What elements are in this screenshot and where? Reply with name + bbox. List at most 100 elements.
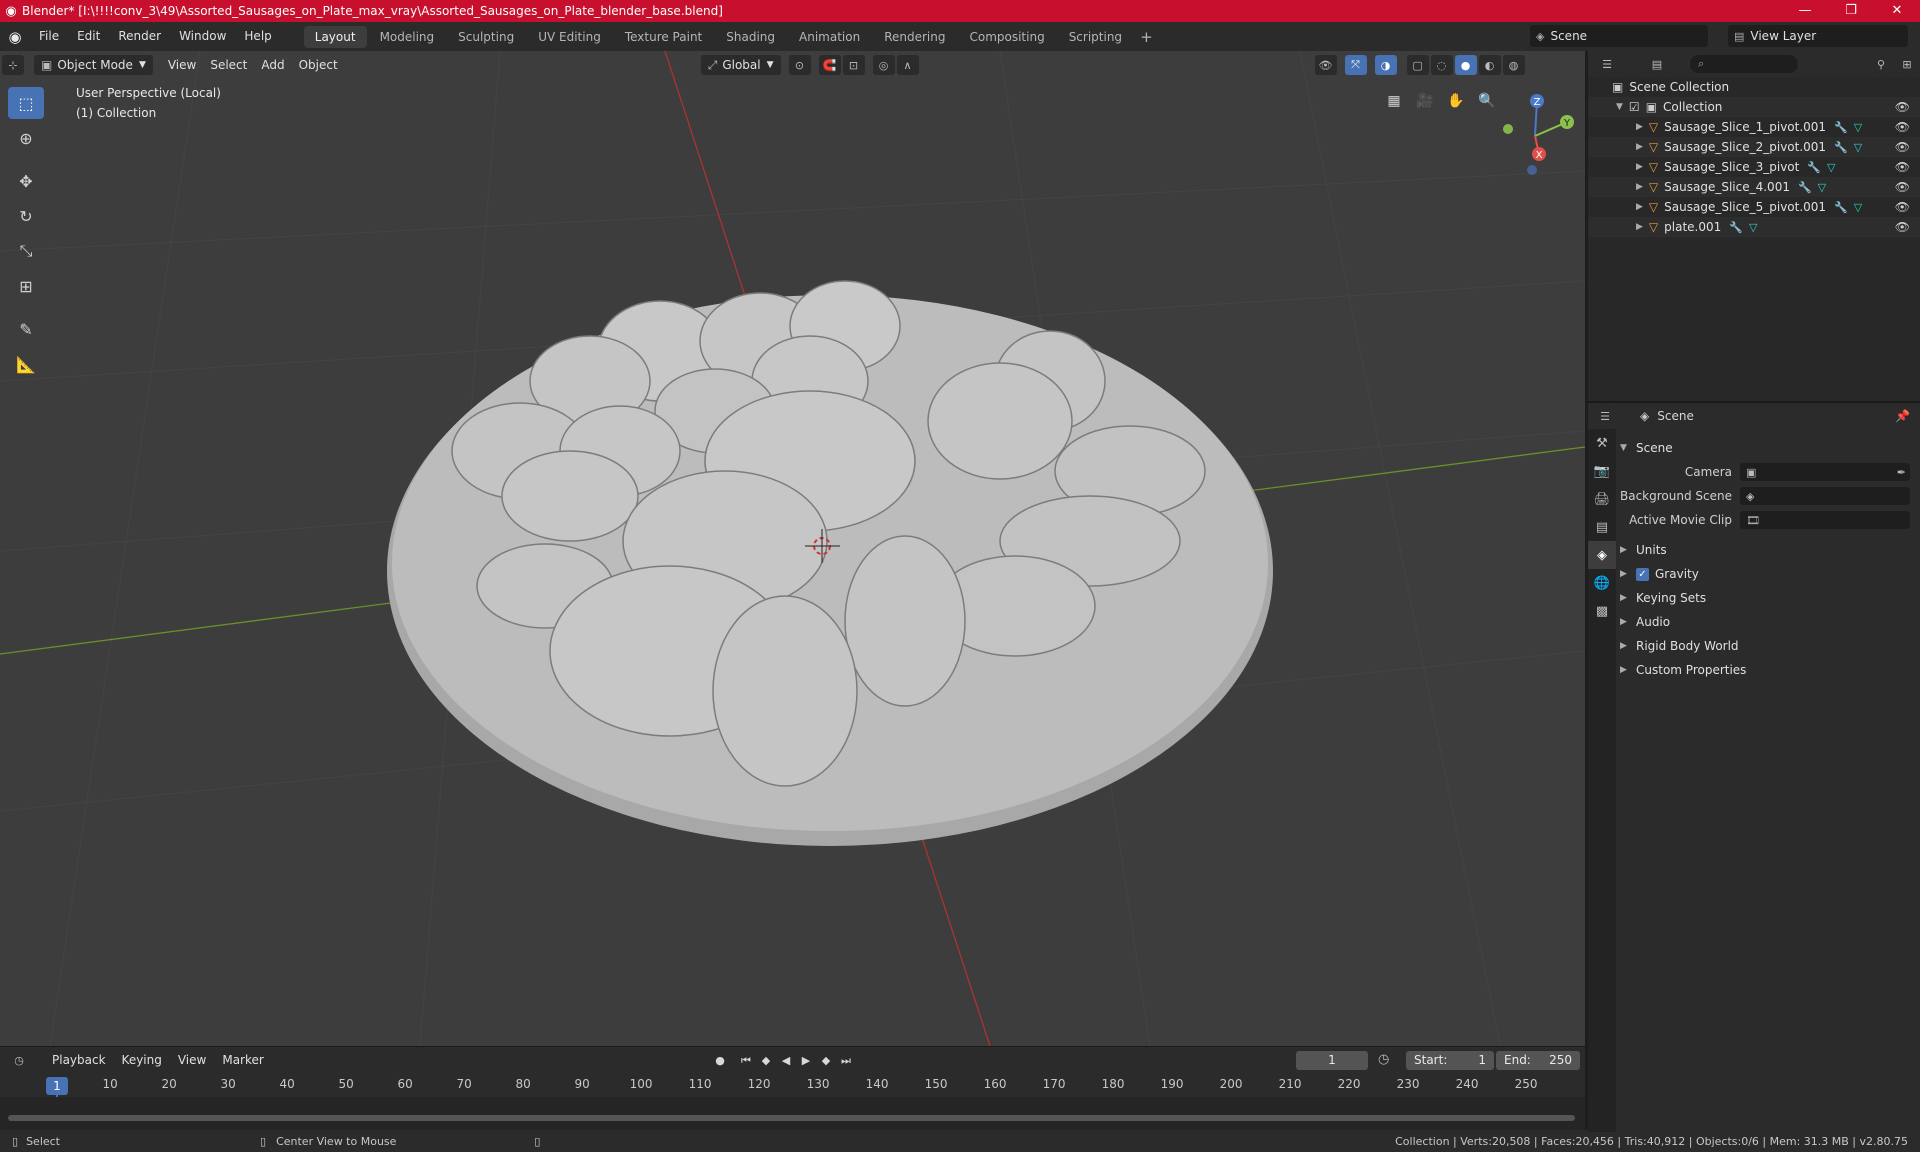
start-frame-field[interactable]: Start: 1 [1406, 1051, 1494, 1070]
output-tab-icon[interactable]: 🖨 [1588, 485, 1616, 513]
minimize-button[interactable]: — [1782, 0, 1828, 22]
modifier-wrench-icon[interactable]: 🔧 [1834, 121, 1848, 134]
menu-render[interactable]: Render [109, 22, 170, 51]
tab-compositing[interactable]: Compositing [958, 26, 1055, 48]
xray-icon[interactable]: ▢ [1406, 55, 1429, 75]
transform-orientation-selector[interactable]: ⤢ Global ▼ [700, 55, 781, 75]
snap-target-icon[interactable]: ⊡ [842, 55, 865, 75]
mesh-data-icon[interactable]: ▽ [1749, 221, 1757, 234]
timeline-menu-playback[interactable]: Playback [44, 1053, 114, 1067]
outliner-object-row[interactable]: ▶ ▽ Sausage_Slice_5_pivot.001 🔧 ▽ 👁 [1588, 197, 1920, 217]
world-tab-icon[interactable]: 🌐 [1588, 569, 1616, 597]
tab-uv-editing[interactable]: UV Editing [527, 26, 612, 48]
outliner-editor[interactable]: ☰ ▤ ⌕ ⚲ ⊞ ▣ Scene Collection ▼ ☑ ▣ Colle… [1588, 51, 1920, 401]
scene-panel-header[interactable]: ▼ Scene [1620, 437, 1916, 459]
rotate-tool-icon[interactable]: ↻ [8, 200, 44, 232]
transform-tool-icon[interactable]: ⊞ [8, 270, 44, 302]
tool-tab-icon[interactable]: ⚒ [1588, 429, 1616, 457]
timeline-menu-keying[interactable]: Keying [114, 1053, 170, 1067]
custom-properties-panel-header[interactable]: ▶ Custom Properties [1620, 659, 1916, 681]
modifier-wrench-icon[interactable]: 🔧 [1729, 221, 1743, 234]
proportional-edit-icon[interactable]: ◎ [872, 55, 895, 75]
viewport-canvas[interactable] [0, 51, 1585, 1046]
rigid-body-world-panel-header[interactable]: ▶ Rigid Body World [1620, 635, 1916, 657]
menu-file[interactable]: File [30, 22, 68, 51]
new-collection-icon[interactable]: ⊞ [1896, 54, 1918, 74]
timeline-editor-type-icon[interactable]: ◷ [8, 1050, 30, 1070]
camera-view-icon[interactable]: 🎥 [1411, 87, 1439, 115]
jump-end-icon[interactable]: ⏭ [836, 1051, 856, 1070]
filter-icon[interactable]: ⚲ [1870, 54, 1892, 74]
close-button[interactable]: ✕ [1874, 0, 1920, 22]
viewport-menu-view[interactable]: View [161, 58, 203, 72]
modifier-wrench-icon[interactable]: 🔧 [1834, 141, 1848, 154]
falloff-icon[interactable]: ∧ [896, 55, 919, 75]
timeline-editor[interactable]: ◷ Playback Keying View Marker ● ⏮ ◆ ◀ ▶ … [0, 1046, 1585, 1141]
audio-panel-header[interactable]: ▶ Audio [1620, 611, 1916, 633]
mode-selector[interactable]: ▣ Object Mode ▼ [34, 55, 153, 75]
tab-sculpting[interactable]: Sculpting [447, 26, 525, 48]
mesh-data-icon[interactable]: ▽ [1818, 181, 1826, 194]
visibility-eye-icon[interactable]: 👁 [1895, 160, 1910, 174]
modifier-wrench-icon[interactable]: 🔧 [1798, 181, 1812, 194]
material-shading-icon[interactable]: ◐ [1478, 55, 1501, 75]
scale-tool-icon[interactable]: ⤡ [8, 235, 44, 267]
viewport-menu-add[interactable]: Add [254, 58, 291, 72]
tab-modeling[interactable]: Modeling [369, 26, 446, 48]
overlay-toggle-icon[interactable]: ◑ [1374, 55, 1397, 75]
keying-sets-panel-header[interactable]: ▶ Keying Sets [1620, 587, 1916, 609]
expand-icon[interactable]: ▶ [1636, 122, 1643, 132]
annotate-tool-icon[interactable]: ✎ [8, 313, 44, 345]
timeline-scrollbar[interactable] [8, 1115, 1575, 1121]
visibility-eye-icon[interactable]: 👁 [1895, 180, 1910, 194]
menu-help[interactable]: Help [235, 22, 280, 51]
properties-editor-type-icon[interactable]: ☰ [1594, 406, 1616, 426]
visibility-icon[interactable]: 👁 [1314, 55, 1337, 75]
expand-icon[interactable]: ▶ [1636, 202, 1643, 212]
cursor-tool-icon[interactable]: ⊕ [8, 122, 44, 154]
modifier-wrench-icon[interactable]: 🔧 [1807, 161, 1821, 174]
preview-range-icon[interactable]: ◷ [1378, 1052, 1389, 1067]
editor-type-icon[interactable]: ⊹ [2, 55, 24, 75]
scene-collection-row[interactable]: ▣ Scene Collection [1588, 77, 1920, 97]
timeline-menu-marker[interactable]: Marker [214, 1053, 271, 1067]
camera-field[interactable]: ▣ ✒ [1740, 463, 1910, 481]
visibility-eye-icon[interactable]: 👁 [1895, 200, 1910, 214]
mesh-data-icon[interactable]: ▽ [1854, 121, 1862, 134]
outliner-object-row[interactable]: ▶ ▽ Sausage_Slice_3_pivot 🔧 ▽ 👁 [1588, 157, 1920, 177]
mesh-data-icon[interactable]: ▽ [1854, 141, 1862, 154]
pan-view-icon[interactable]: ✋ [1442, 87, 1470, 115]
outliner-editor-type-icon[interactable]: ☰ [1596, 54, 1618, 74]
modifier-wrench-icon[interactable]: 🔧 [1834, 201, 1848, 214]
display-mode-icon[interactable]: ▤ [1646, 54, 1668, 74]
mesh-data-icon[interactable]: ▽ [1827, 161, 1835, 174]
select-box-tool-icon[interactable]: ⬚ [8, 87, 44, 119]
render-tab-icon[interactable]: 📷 [1588, 457, 1616, 485]
properties-editor[interactable]: ☰ ◈ Scene 📌 ⚒ 📷 🖨 ▤ ◈ 🌐 ▩ ▼ Scene Camera… [1588, 401, 1920, 1132]
active-movie-clip-field[interactable]: 🎞 [1740, 511, 1910, 529]
eyedropper-icon[interactable]: ✒ [1897, 466, 1906, 479]
prev-keyframe-icon[interactable]: ◆ [756, 1051, 776, 1070]
toggle-camera-grid-icon[interactable]: ▦ [1380, 87, 1408, 115]
end-frame-field[interactable]: End: 250 [1496, 1051, 1580, 1070]
gravity-panel-header[interactable]: ▶ ✓ Gravity [1620, 563, 1916, 585]
tab-animation[interactable]: Animation [788, 26, 871, 48]
background-scene-field[interactable]: ◈ [1740, 487, 1910, 505]
expand-collection-icon[interactable]: ▼ [1616, 102, 1623, 112]
move-tool-icon[interactable]: ✥ [8, 165, 44, 197]
jump-start-icon[interactable]: ⏮ [736, 1051, 756, 1070]
visibility-eye-icon[interactable]: 👁 [1895, 120, 1910, 134]
collection-visibility-eye-icon[interactable]: 👁 [1895, 100, 1910, 114]
expand-icon[interactable]: ▶ [1636, 182, 1643, 192]
viewport-menu-select[interactable]: Select [203, 58, 254, 72]
collection-row[interactable]: ▼ ☑ ▣ Collection 👁 [1588, 97, 1920, 117]
tab-layout[interactable]: Layout [303, 25, 367, 48]
menu-window[interactable]: Window [170, 22, 235, 51]
units-panel-header[interactable]: ▶ Units [1620, 539, 1916, 561]
gravity-checkbox[interactable]: ✓ [1636, 567, 1649, 581]
blender-menu-icon[interactable]: ◉ [0, 28, 30, 46]
timeline-menu-view[interactable]: View [170, 1053, 214, 1067]
expand-icon[interactable]: ▶ [1636, 142, 1643, 152]
outliner-object-row[interactable]: ▶ ▽ Sausage_Slice_2_pivot.001 🔧 ▽ 👁 [1588, 137, 1920, 157]
view-layer-tab-icon[interactable]: ▤ [1588, 513, 1616, 541]
